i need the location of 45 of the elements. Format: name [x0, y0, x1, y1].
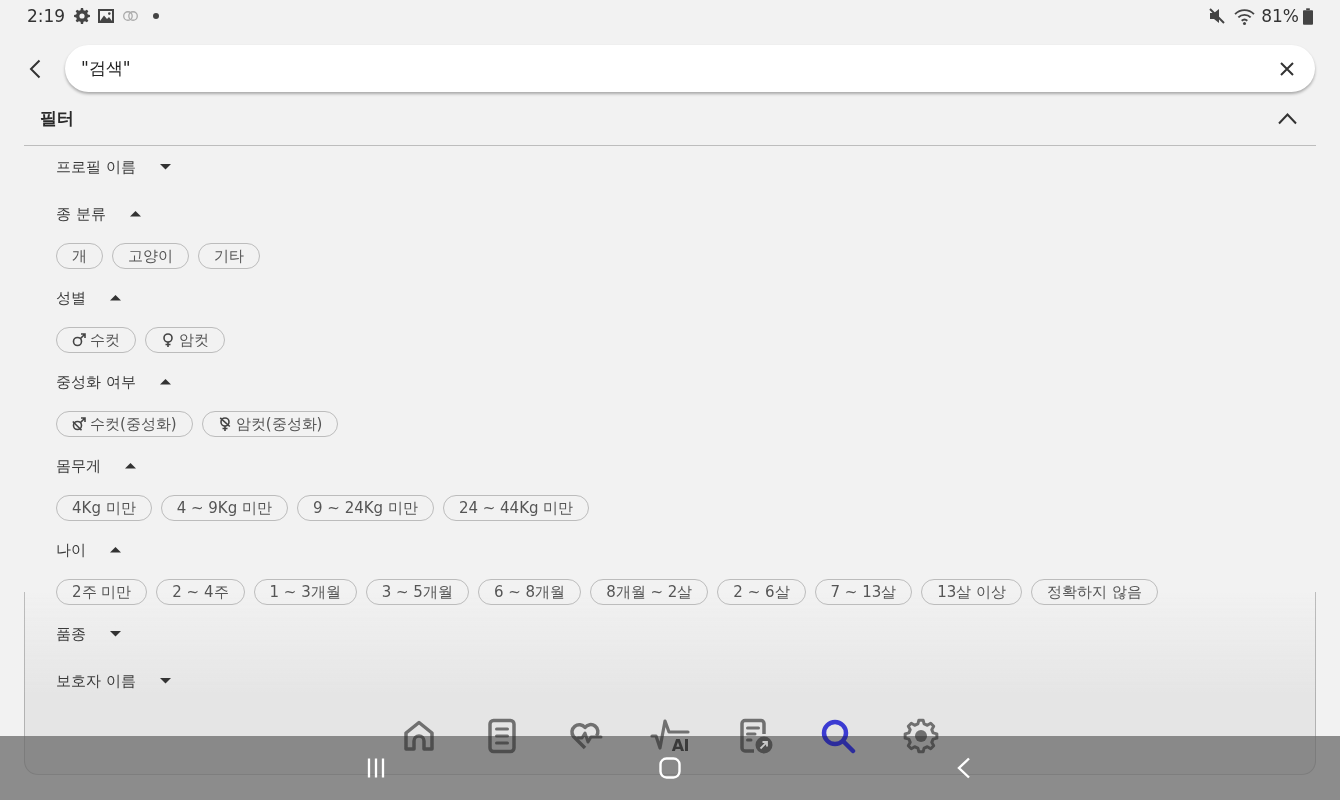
- caret-down-icon[interactable]: [159, 164, 171, 170]
- female-symbol-icon: [161, 333, 175, 347]
- section-label: 품종: [56, 624, 86, 644]
- dot-icon: [153, 13, 160, 19]
- nav-tab[interactable]: [820, 718, 856, 754]
- battery-percent: 81%: [1261, 6, 1299, 26]
- search-icon: [820, 718, 856, 754]
- male-symbol-struck-icon: [72, 417, 86, 431]
- recent-apps-icon[interactable]: [365, 757, 387, 779]
- document-share-icon: [737, 718, 773, 754]
- gear-icon: [903, 718, 939, 754]
- search-field[interactable]: "검색": [65, 45, 1315, 92]
- mute-icon: [1208, 7, 1227, 25]
- section-label: 몸무게: [56, 456, 101, 476]
- status-time: 2:19: [27, 6, 66, 26]
- male-symbol-icon: [72, 333, 86, 347]
- section-label: 성별: [56, 288, 86, 308]
- caret-down-icon[interactable]: [159, 678, 171, 684]
- section-label: 중성화 여부: [56, 372, 136, 392]
- section-label: 보호자 이름: [56, 671, 136, 691]
- wifi-icon: [1234, 7, 1256, 25]
- nav-tab[interactable]: [401, 718, 437, 754]
- section-label: 종 분류: [56, 204, 106, 224]
- caret-up-icon[interactable]: [129, 211, 141, 217]
- circles-icon: [122, 10, 140, 22]
- close-icon[interactable]: [1280, 61, 1294, 76]
- caret-up-icon[interactable]: [110, 295, 121, 301]
- caret-up-icon[interactable]: [110, 547, 121, 553]
- back-icon[interactable]: [29, 58, 41, 79]
- nav-tab[interactable]: [903, 718, 939, 754]
- caret-up-icon[interactable]: [159, 379, 171, 385]
- nav-tab[interactable]: [737, 718, 773, 754]
- home-button-icon[interactable]: [659, 757, 681, 779]
- chevron-up-icon[interactable]: [1278, 112, 1297, 125]
- home-icon: [401, 718, 437, 754]
- caret-up-icon[interactable]: [125, 463, 136, 469]
- caret-down-icon[interactable]: [110, 631, 121, 637]
- image-icon: [98, 9, 115, 23]
- search-query: "검색": [81, 57, 132, 80]
- gear-icon: [74, 8, 91, 24]
- battery-icon: [1303, 7, 1313, 25]
- filter-title: 필터: [40, 107, 74, 130]
- female-symbol-struck-icon: [217, 417, 232, 431]
- section-label: 프로필 이름: [56, 157, 136, 177]
- section-label: 나이: [56, 540, 86, 560]
